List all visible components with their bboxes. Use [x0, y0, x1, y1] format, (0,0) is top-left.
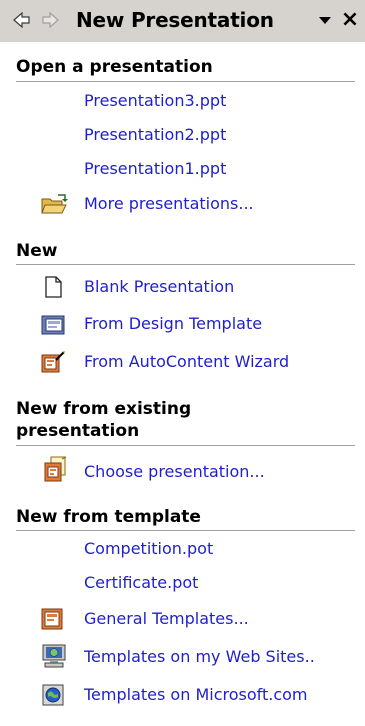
section-divider: [16, 445, 355, 446]
template-file-link[interactable]: Competition.pot: [84, 538, 213, 560]
task-pane-titlebar: New Presentation ×: [0, 0, 365, 42]
general-templates-link[interactable]: General Templates...: [84, 608, 249, 630]
web-sites-icon: [40, 643, 66, 668]
open-folder-icon: [40, 193, 68, 217]
blank-page-icon: [42, 275, 68, 299]
template-file-link[interactable]: Certificate.pot: [84, 572, 198, 594]
section-header-new: New: [16, 241, 58, 261]
task-pane-title[interactable]: New Presentation: [76, 8, 274, 32]
new-presentation-task-pane: New Presentation × Open a presentation P…: [0, 0, 365, 726]
more-presentations-link[interactable]: More presentations...: [84, 193, 254, 215]
section-divider: [16, 264, 355, 265]
back-arrow-icon[interactable]: [12, 9, 32, 31]
close-button[interactable]: ×: [340, 7, 360, 33]
design-template-icon: [40, 313, 66, 337]
section-header-existing-line1: New from existing: [16, 399, 192, 419]
from-autocontent-wizard-link[interactable]: From AutoContent Wizard: [84, 351, 289, 373]
autocontent-wizard-icon: [40, 350, 66, 374]
section-divider: [16, 530, 355, 531]
recent-file-link[interactable]: Presentation3.ppt: [84, 90, 226, 112]
section-header-open: Open a presentation: [16, 57, 213, 77]
templates-on-microsoft-link[interactable]: Templates on Microsoft.com: [84, 684, 308, 706]
choose-presentation-icon: [42, 455, 68, 482]
forward-arrow-icon[interactable]: [40, 9, 60, 31]
microsoft-web-icon: [40, 682, 66, 706]
general-templates-icon: [40, 607, 66, 631]
choose-presentation-link[interactable]: Choose presentation...: [84, 461, 265, 483]
recent-file-link[interactable]: Presentation1.ppt: [84, 158, 226, 180]
section-header-existing-line2: presentation: [16, 421, 140, 441]
recent-file-link[interactable]: Presentation2.ppt: [84, 124, 226, 146]
dropdown-triangle-icon[interactable]: [318, 12, 332, 28]
from-design-template-link[interactable]: From Design Template: [84, 313, 262, 335]
templates-on-web-sites-link[interactable]: Templates on my Web Sites..: [84, 646, 315, 668]
section-divider: [16, 81, 355, 82]
blank-presentation-link[interactable]: Blank Presentation: [84, 276, 234, 298]
section-header-template: New from template: [16, 507, 201, 527]
